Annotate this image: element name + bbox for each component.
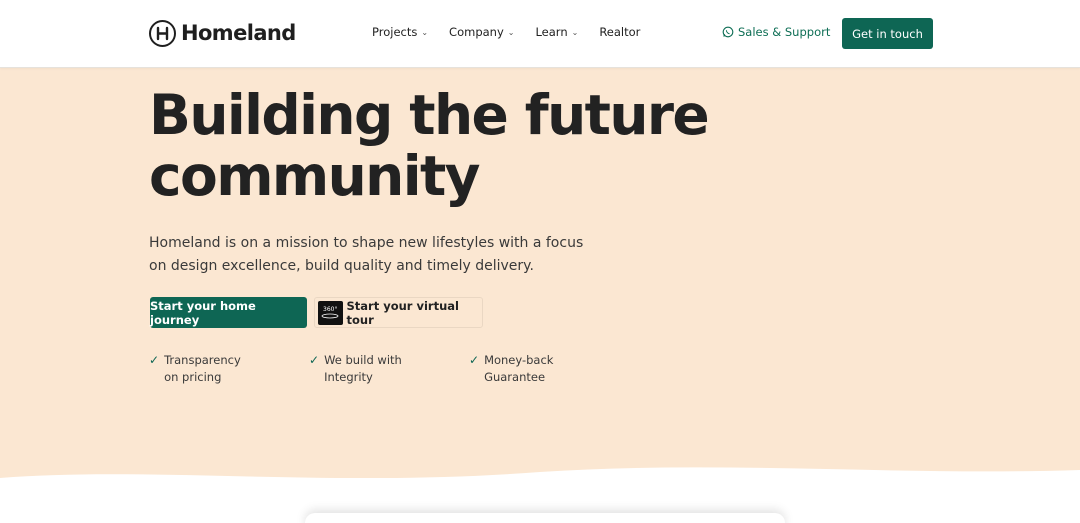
hero-subtext: Homeland is on a mission to shape new li… — [149, 235, 584, 274]
start-home-journey-button[interactable]: Start your home journey — [150, 297, 307, 328]
nav-company[interactable]: Company ⌄ — [449, 25, 514, 39]
logo[interactable]: Homeland — [149, 19, 296, 47]
feature-label: Money-back Guarantee — [484, 353, 554, 384]
main-nav: Projects ⌄ Company ⌄ Learn ⌄ Realtor — [372, 25, 661, 39]
tour-badge-label: 360° — [323, 306, 338, 313]
360-view-icon: 360° — [318, 300, 343, 325]
sales-support-link[interactable]: Sales & Support — [722, 25, 830, 39]
site-header: Homeland Projects ⌄ Company ⌄ Learn ⌄ Re… — [0, 0, 1080, 68]
logo-text: Homeland — [181, 21, 296, 45]
feature-label: We build with Integrity — [324, 353, 402, 384]
nav-realtor[interactable]: Realtor — [599, 25, 640, 39]
virtual-tour-button[interactable]: 360° Start your virtual tour — [314, 297, 483, 328]
chevron-down-icon: ⌄ — [421, 27, 429, 37]
check-icon: ✓ — [149, 353, 160, 367]
whatsapp-icon — [722, 26, 734, 38]
feature-transparency: ✓ Transparency on pricing — [149, 352, 241, 386]
nav-projects-label: Projects — [372, 25, 418, 39]
nav-company-label: Company — [449, 25, 504, 39]
feature-label: Transparency on pricing — [164, 353, 241, 384]
chevron-down-icon: ⌄ — [507, 27, 515, 37]
hero-headline: Building the future community — [149, 83, 710, 208]
feature-integrity: ✓ We build with Integrity — [309, 352, 402, 386]
sales-support-label: Sales & Support — [738, 25, 831, 39]
feature-money-back: ✓ Money-back Guarantee — [469, 352, 553, 386]
nav-projects[interactable]: Projects ⌄ — [372, 25, 428, 39]
nav-realtor-label: Realtor — [599, 25, 641, 39]
chevron-down-icon: ⌄ — [571, 27, 579, 37]
next-section-card-edge — [305, 513, 785, 523]
nav-learn-label: Learn — [535, 25, 568, 39]
logo-mark-icon — [149, 19, 176, 47]
check-icon: ✓ — [309, 353, 320, 367]
get-in-touch-button[interactable]: Get in touch — [842, 18, 933, 49]
check-icon: ✓ — [469, 353, 480, 367]
virtual-tour-label: Start your virtual tour — [346, 298, 459, 327]
nav-learn[interactable]: Learn ⌄ — [535, 25, 578, 39]
